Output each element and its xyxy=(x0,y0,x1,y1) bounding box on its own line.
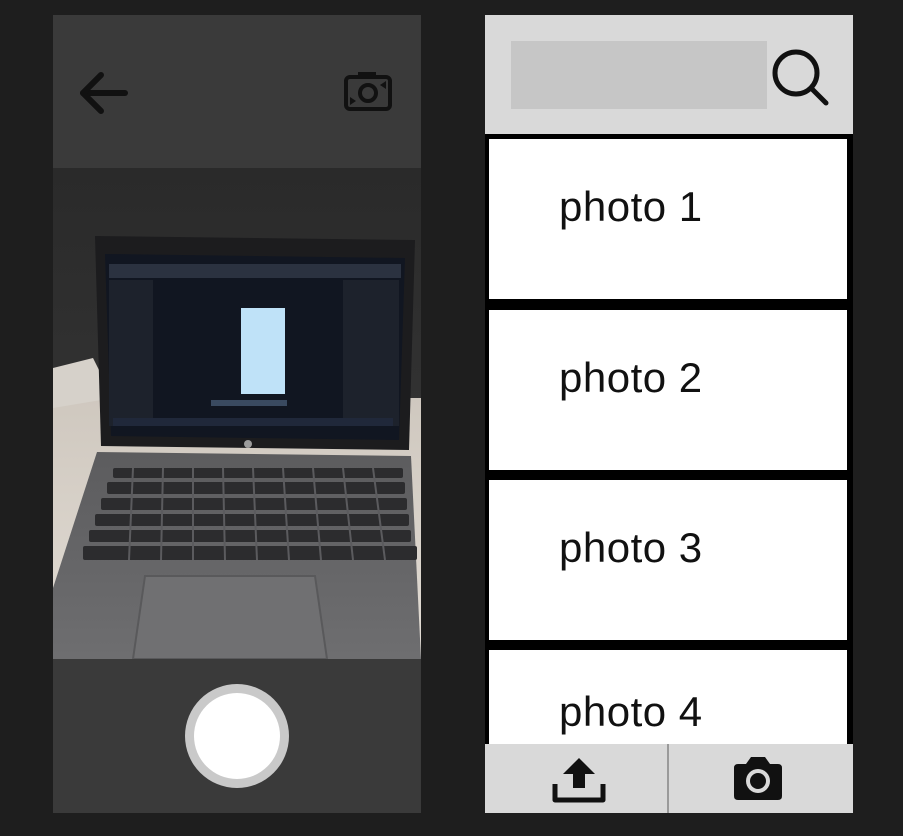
arrow-left-icon xyxy=(80,72,128,114)
search-bar xyxy=(485,15,853,134)
photo-label: photo 3 xyxy=(559,524,703,571)
photo-item-1[interactable]: photo 1 xyxy=(489,139,847,299)
shutter-button[interactable] xyxy=(185,684,289,788)
camera-button[interactable] xyxy=(730,754,786,804)
camera-screen xyxy=(53,15,421,813)
nav-divider xyxy=(667,744,669,813)
photo-item-3[interactable]: photo 3 xyxy=(489,480,847,640)
bottom-nav xyxy=(485,744,853,813)
gallery-screen: photo 1 photo 2 photo 3 photo 4 xyxy=(485,15,853,813)
photo-item-4[interactable]: photo 4 xyxy=(489,650,847,750)
photo-item-2[interactable]: photo 2 xyxy=(489,310,847,470)
search-button[interactable] xyxy=(770,47,832,109)
back-button[interactable] xyxy=(75,67,131,119)
upload-icon xyxy=(552,758,606,803)
search-icon xyxy=(772,49,829,106)
photo-list: photo 1 photo 2 photo 3 photo 4 xyxy=(485,134,853,750)
laptop-photo xyxy=(53,168,421,659)
photo-label: photo 2 xyxy=(559,354,703,401)
camera-viewfinder xyxy=(53,168,421,659)
camera-flip-icon xyxy=(344,72,392,111)
upload-button[interactable] xyxy=(549,754,609,806)
camera-icon xyxy=(734,757,782,800)
camera-bottom-bar xyxy=(53,659,421,813)
search-input[interactable] xyxy=(511,41,767,109)
camera-top-bar xyxy=(53,15,421,168)
photo-label: photo 4 xyxy=(559,688,703,735)
flip-camera-button[interactable] xyxy=(340,67,396,117)
photo-label: photo 1 xyxy=(559,183,703,230)
